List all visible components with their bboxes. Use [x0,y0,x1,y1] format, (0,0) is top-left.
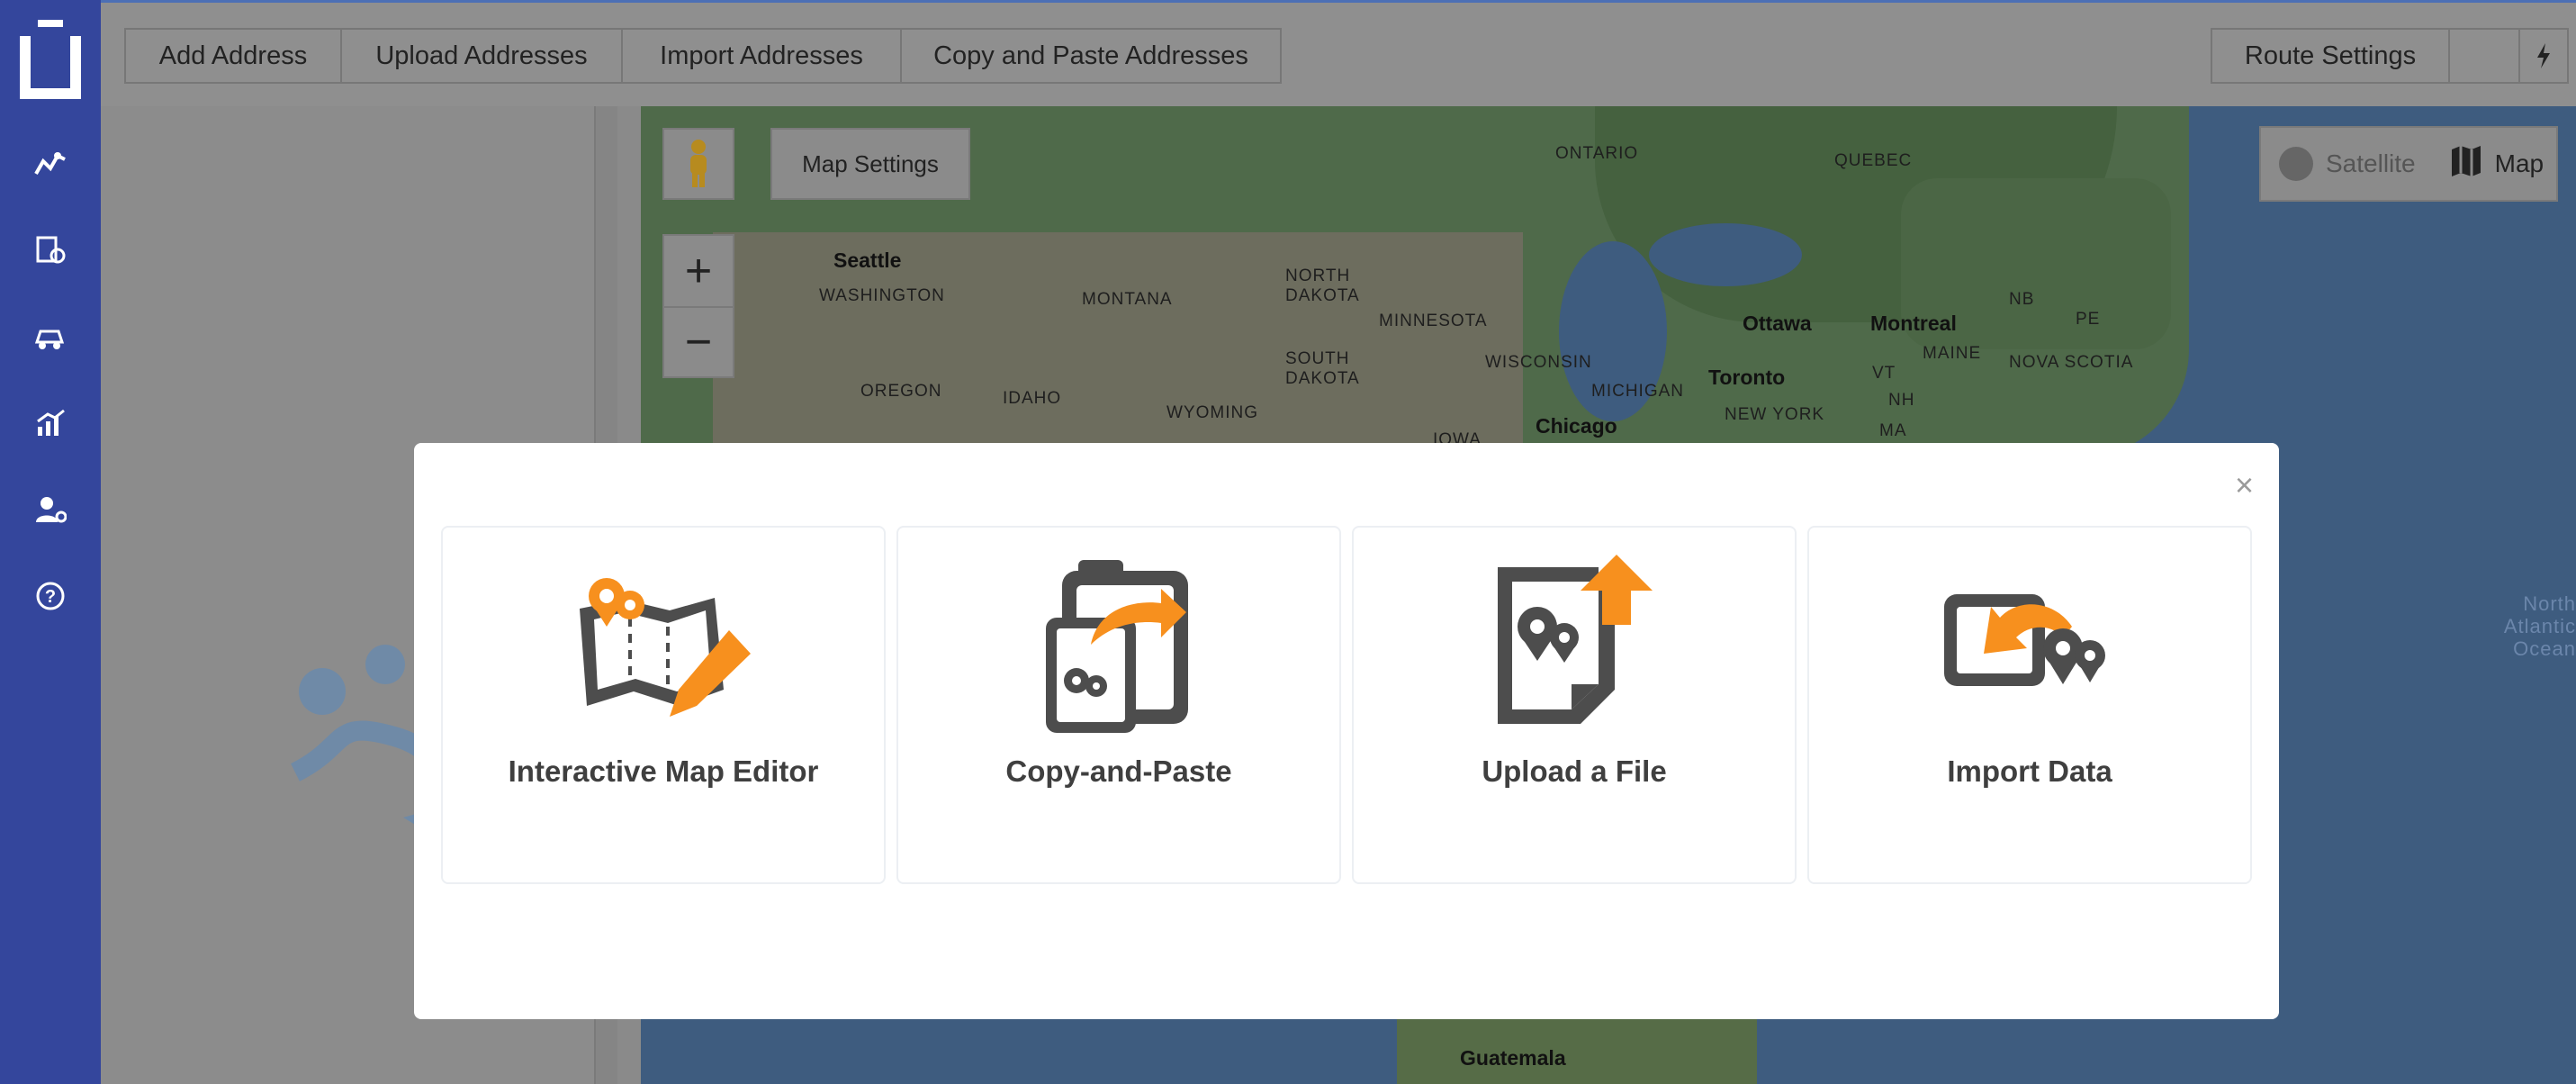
map-label: NOVA SCOTIA [2009,353,2134,372]
driver-icon[interactable] [31,317,70,357]
map-label: IDAHO [1003,389,1062,408]
map-label: NH [1888,391,1915,410]
map-label: Map [2494,149,2544,177]
copy-paste-addresses-button[interactable]: Copy and Paste Addresses [900,28,1282,84]
map-editor-icon [571,555,760,735]
add-address-button[interactable]: Add Address [124,28,342,84]
map-label: PE [2076,310,2101,329]
map-label: ONTARIO [1555,144,1639,163]
svg-text:?: ? [45,587,56,607]
import-data-card[interactable]: Import Data [1807,526,2252,884]
map-label: QUEBEC [1834,151,1913,170]
map-label: SOUTH DAKOTA [1285,349,1360,388]
map-label: MAINE [1923,344,1982,363]
map-fold-icon [2450,145,2482,183]
top-toolbar: Add Address Upload Addresses Import Addr… [101,0,2576,106]
analytics-icon[interactable] [31,403,70,443]
map-city-label: Montreal [1870,312,1957,335]
zoom-in-button[interactable]: + [662,234,734,306]
map-label: VT [1872,364,1896,383]
map-label: MA [1879,421,1907,440]
satellite-toggle[interactable]: Satellite [2279,147,2416,181]
interactive-map-editor-card[interactable]: Interactive Map Editor [441,526,886,884]
upload-a-file-card[interactable]: Upload a File [1352,526,1797,884]
map-label: NEW YORK [1725,405,1825,424]
map-city-label: Seattle [833,248,902,272]
card-label: Interactive Map Editor [508,754,819,788]
add-addresses-modal: × Interactive Map Editor Copy-and-Paste … [414,443,2279,1019]
bolt-icon[interactable] [2518,28,2569,84]
map-label: OREGON [860,382,942,401]
zoom-out-button[interactable]: − [662,306,734,378]
map-label: NB [2009,290,2035,309]
close-icon[interactable]: × [2235,466,2254,504]
globe-icon [2279,147,2313,181]
route-settings-extra-button[interactable] [2448,28,2520,84]
import-addresses-button[interactable]: Import Addresses [621,28,902,84]
file-upload-icon [1482,555,1671,735]
upload-addresses-button[interactable]: Upload Addresses [340,28,623,84]
map-city-label: Ottawa [1743,312,1812,335]
map-label: MINNESOTA [1379,312,1488,330]
map-label: WASHINGTON [819,286,945,305]
map-label: WYOMING [1166,403,1258,422]
satellite-label: Satellite [2326,149,2416,177]
card-label: Import Data [1947,754,2112,788]
card-label: Copy-and-Paste [1005,754,1232,788]
map-label: MONTANA [1082,290,1173,309]
map-city-label: Toronto [1708,366,1786,389]
copy-and-paste-card[interactable]: Copy-and-Paste [896,526,1341,884]
map-toggle[interactable]: Map [2450,145,2544,183]
map-type-control: Satellite Map [2259,126,2558,202]
map-label: WISCONSIN [1485,353,1592,372]
map-settings-button[interactable]: Map Settings [770,128,970,200]
routes-icon[interactable] [31,144,70,184]
map-label: North Atlantic Ocean [2503,592,2576,660]
map-city-label: Chicago [1536,414,1617,438]
user-settings-icon[interactable] [31,490,70,529]
logo-icon[interactable] [18,20,83,103]
vehicle-location-icon[interactable] [31,230,70,270]
street-view-pegman-icon[interactable] [662,128,734,200]
help-icon[interactable]: ? [31,576,70,616]
clipboard-icon [1026,555,1215,735]
import-data-icon [1937,555,2126,735]
map-label: MICHIGAN [1591,382,1684,401]
route-settings-button[interactable]: Route Settings [2211,28,2450,84]
map-label: NORTH DAKOTA [1285,266,1360,305]
card-label: Upload a File [1482,754,1667,788]
map-city-label: Guatemala [1460,1046,1566,1070]
sidebar: ? [0,0,101,1084]
